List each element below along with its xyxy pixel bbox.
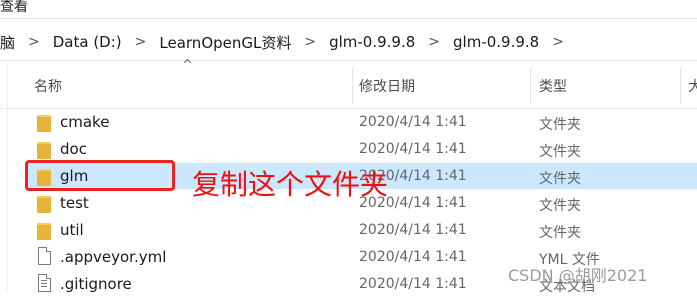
column-header-name[interactable]: 名称: [34, 76, 62, 96]
file-row-doc[interactable]: doc 2020/4/14 1:41 文件夹: [27, 136, 697, 162]
breadcrumb-learnopengl[interactable]: LearnOpenGL资料: [159, 32, 291, 53]
column-header-row: ^ 名称 修改日期 类型 大: [0, 58, 697, 109]
chevron-right-icon[interactable]: >: [552, 34, 564, 50]
file-icon: [38, 247, 51, 265]
folder-icon: [37, 115, 51, 132]
highlight-box: [25, 160, 175, 191]
file-type: 文件夹: [539, 225, 581, 241]
column-divider[interactable]: [352, 68, 353, 104]
file-name: .gitignore: [60, 275, 132, 293]
file-name: cmake: [60, 113, 110, 131]
file-date: 2020/4/14 1:41: [359, 141, 467, 157]
watermark: CSDN @胡刚2021: [508, 266, 648, 285]
file-type: 文件夹: [539, 198, 581, 214]
file-date: 2020/4/14 1:41: [359, 114, 467, 130]
column-divider[interactable]: [530, 68, 531, 104]
file-type: 文件夹: [539, 144, 581, 160]
sort-ascending-icon: ^: [182, 58, 193, 73]
file-row-util[interactable]: util 2020/4/14 1:41 文件夹: [27, 217, 697, 243]
breadcrumb-glm-parent[interactable]: glm-0.9.9.8: [329, 33, 415, 51]
file-type: 文件夹: [539, 117, 581, 133]
column-header-size[interactable]: 大: [688, 76, 697, 96]
column-header-type[interactable]: 类型: [539, 76, 567, 96]
file-date: 2020/4/14 1:41: [359, 276, 467, 292]
folder-icon: [37, 196, 51, 213]
file-name: test: [60, 194, 89, 212]
chevron-right-icon[interactable]: >: [135, 34, 147, 50]
file-name: .appveyor.yml: [60, 248, 167, 266]
file-date: 2020/4/14 1:41: [359, 222, 467, 238]
breadcrumb-this-pc[interactable]: 脑: [0, 32, 15, 53]
file-name: util: [60, 221, 84, 239]
chevron-right-icon[interactable]: >: [428, 34, 440, 50]
folder-icon: [37, 142, 51, 159]
ribbon-tab-strip: 查看: [0, 0, 697, 19]
column-divider[interactable]: [680, 68, 681, 104]
folder-icon: [37, 223, 51, 240]
file-name: doc: [60, 140, 87, 158]
chevron-right-icon[interactable]: >: [304, 34, 316, 50]
file-type: 文件夹: [539, 171, 581, 187]
annotation-label: 复制这个文件夹: [192, 168, 389, 201]
view-tab[interactable]: 查看: [0, 0, 28, 16]
chevron-right-icon[interactable]: >: [28, 34, 40, 50]
file-row-cmake[interactable]: cmake 2020/4/14 1:41 文件夹: [27, 109, 697, 135]
text-file-icon: [38, 274, 51, 292]
breadcrumb-drive[interactable]: Data (D:): [53, 33, 122, 51]
address-bar[interactable]: 脑 > Data (D:) > LearnOpenGL资料 > glm-0.9.…: [0, 24, 697, 61]
file-date: 2020/4/14 1:41: [359, 249, 467, 265]
column-header-date[interactable]: 修改日期: [359, 76, 415, 96]
breadcrumb-glm-current[interactable]: glm-0.9.9.8: [453, 33, 539, 51]
